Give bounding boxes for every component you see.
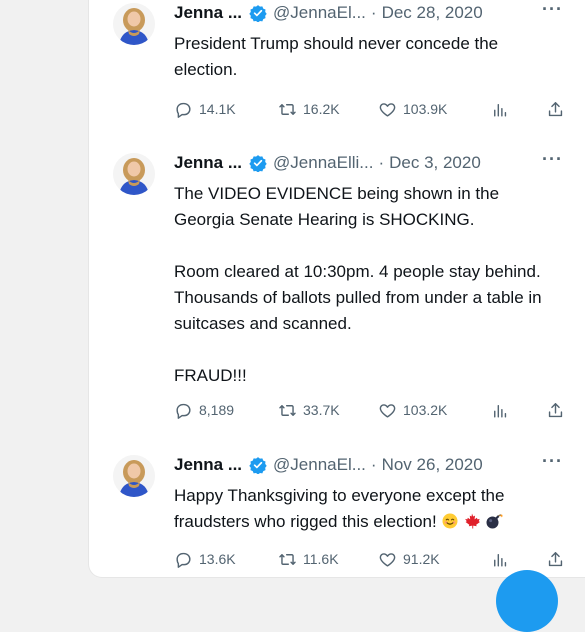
analytics-icon bbox=[490, 550, 515, 569]
share-icon bbox=[546, 100, 571, 119]
tweet[interactable]: Jenna ... @JennaEl... · Nov 26, 2020 ···… bbox=[113, 451, 573, 575]
verified-badge-icon bbox=[249, 154, 267, 172]
share-icon bbox=[546, 401, 571, 420]
views-button[interactable] bbox=[490, 100, 515, 119]
tweet-paragraph: The VIDEO EVIDENCE being shown in the Ge… bbox=[174, 184, 500, 229]
tweet-header: Jenna ... @JennaEl... · Nov 26, 2020 bbox=[174, 455, 483, 475]
tweet-text: Happy Thanksgiving to everyone except th… bbox=[174, 483, 564, 535]
tweet[interactable]: Jenna ... @JennaElli... · Dec 3, 2020 ··… bbox=[113, 149, 573, 428]
tweet-date[interactable]: Nov 26, 2020 bbox=[382, 455, 483, 475]
reply-count: 8,189 bbox=[199, 402, 235, 418]
retweet-icon bbox=[278, 100, 303, 119]
author-handle[interactable]: @JennaEl... bbox=[273, 3, 366, 23]
like-button[interactable]: 103.2K bbox=[378, 401, 447, 420]
retweet-icon bbox=[278, 401, 303, 420]
retweet-button[interactable]: 33.7K bbox=[278, 401, 340, 420]
maple-leaf-emoji bbox=[463, 512, 481, 530]
tweet-actions: 8,189 33.7K 103.2K bbox=[174, 399, 564, 421]
avatar[interactable] bbox=[113, 455, 155, 497]
tweet-paragraph: FRAUD!!! bbox=[174, 366, 247, 385]
author-handle[interactable]: @JennaEl... bbox=[273, 455, 366, 475]
tweet-paragraph: President Trump should never concede the… bbox=[174, 34, 499, 79]
more-options-icon[interactable]: ··· bbox=[542, 0, 563, 20]
tweet[interactable]: Jenna ... @JennaEl... · Dec 28, 2020 ···… bbox=[113, 0, 573, 128]
retweet-icon bbox=[278, 550, 303, 569]
like-button[interactable]: 103.9K bbox=[378, 100, 447, 119]
views-button[interactable] bbox=[490, 401, 515, 420]
avatar[interactable] bbox=[113, 3, 155, 45]
more-options-icon[interactable]: ··· bbox=[542, 451, 563, 472]
share-button[interactable] bbox=[546, 401, 571, 420]
tweet-paragraph: Room cleared at 10:30pm. 4 people stay b… bbox=[174, 262, 542, 333]
retweet-button[interactable]: 11.6K bbox=[278, 550, 339, 569]
reply-button[interactable]: 13.6K bbox=[174, 550, 236, 569]
views-button[interactable] bbox=[490, 550, 515, 569]
tweet-header: Jenna ... @JennaEl... · Dec 28, 2020 bbox=[174, 3, 483, 23]
tweet-date[interactable]: Dec 3, 2020 bbox=[389, 153, 481, 173]
like-button[interactable]: 91.2K bbox=[378, 550, 440, 569]
verified-badge-icon bbox=[249, 456, 267, 474]
tweet-actions: 13.6K 11.6K 91.2K bbox=[174, 548, 564, 570]
tweet-date[interactable]: Dec 28, 2020 bbox=[382, 3, 483, 23]
analytics-icon bbox=[490, 100, 515, 119]
reply-button[interactable]: 8,189 bbox=[174, 401, 234, 420]
reply-count: 13.6K bbox=[199, 551, 236, 567]
author-name[interactable]: Jenna ... bbox=[174, 153, 242, 173]
reply-count: 14.1K bbox=[199, 101, 236, 117]
heart-icon bbox=[378, 100, 403, 119]
more-options-icon[interactable]: ··· bbox=[542, 149, 563, 170]
tweet-header: Jenna ... @JennaElli... · Dec 3, 2020 bbox=[174, 153, 481, 173]
heart-icon bbox=[378, 401, 403, 420]
compose-fab-button[interactable] bbox=[496, 570, 558, 632]
like-count: 103.9K bbox=[403, 101, 448, 117]
share-button[interactable] bbox=[546, 550, 571, 569]
author-name[interactable]: Jenna ... bbox=[174, 455, 242, 475]
reply-button[interactable]: 14.1K bbox=[174, 100, 236, 119]
retweet-count: 16.2K bbox=[303, 101, 340, 117]
smiling-face-emoji bbox=[441, 512, 459, 530]
tweet-paragraph: Happy Thanksgiving to everyone except th… bbox=[174, 483, 564, 535]
retweet-count: 11.6K bbox=[303, 551, 339, 567]
tweet-text: President Trump should never concede the… bbox=[174, 31, 564, 83]
tweet-actions: 14.1K 16.2K 103.9K bbox=[174, 98, 564, 120]
author-handle[interactable]: @JennaElli... bbox=[273, 153, 373, 173]
heart-icon bbox=[378, 550, 403, 569]
author-name[interactable]: Jenna ... bbox=[174, 3, 242, 23]
analytics-icon bbox=[490, 401, 515, 420]
avatar[interactable] bbox=[113, 153, 155, 195]
separator-dot: · bbox=[378, 153, 385, 172]
share-button[interactable] bbox=[546, 100, 571, 119]
retweet-button[interactable]: 16.2K bbox=[278, 100, 340, 119]
bomb-emoji bbox=[485, 512, 503, 530]
separator-dot: · bbox=[370, 3, 377, 22]
share-icon bbox=[546, 550, 571, 569]
separator-dot: · bbox=[370, 455, 377, 474]
like-count: 103.2K bbox=[403, 402, 448, 418]
like-count: 91.2K bbox=[403, 551, 440, 567]
reply-icon bbox=[174, 401, 199, 420]
verified-badge-icon bbox=[249, 4, 267, 22]
retweet-count: 33.7K bbox=[303, 402, 340, 418]
reply-icon bbox=[174, 550, 199, 569]
tweet-text: The VIDEO EVIDENCE being shown in the Ge… bbox=[174, 181, 564, 389]
reply-icon bbox=[174, 100, 199, 119]
